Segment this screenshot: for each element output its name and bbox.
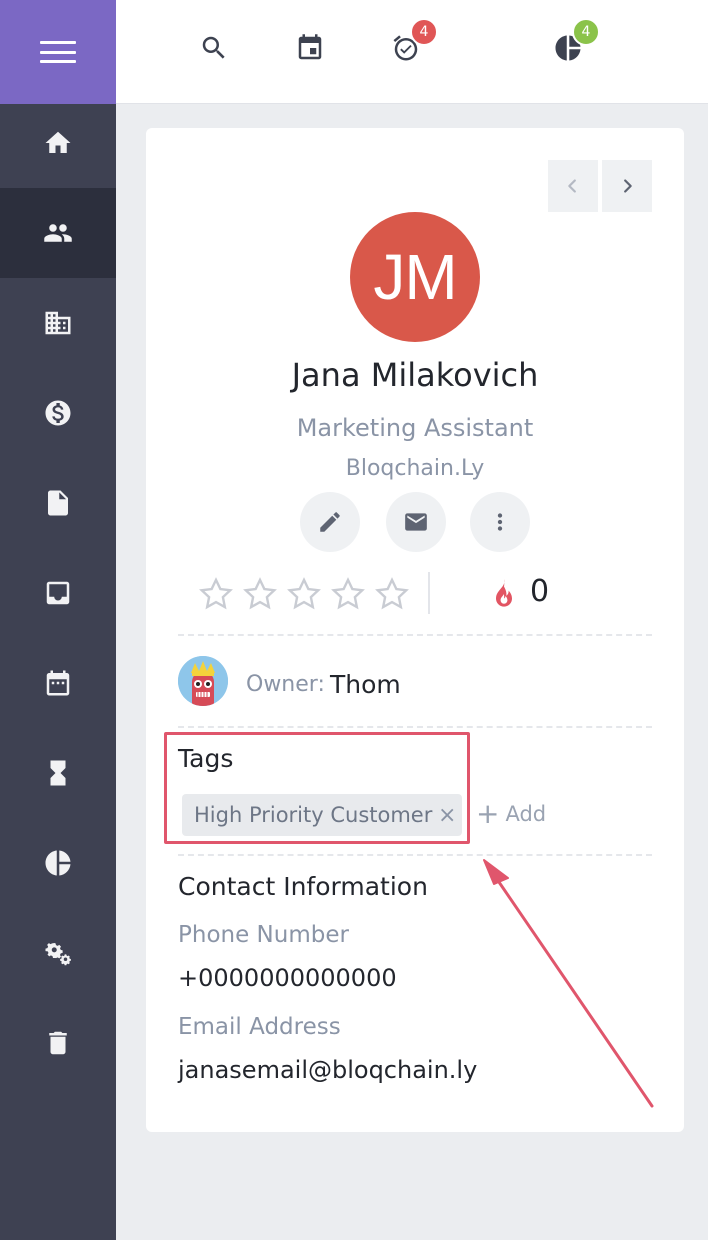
add-tag-button[interactable]: + Add	[476, 797, 547, 830]
people-icon	[44, 224, 72, 242]
calendar-event-icon	[298, 34, 322, 60]
sidebar-item-calendar[interactable]	[0, 638, 116, 728]
phone-value[interactable]: +0000000000000	[178, 964, 397, 992]
annotation-highlight-box	[164, 732, 470, 844]
envelope-icon	[405, 513, 427, 531]
rating-star-2[interactable]	[242, 576, 278, 612]
menu-toggle-button[interactable]	[0, 0, 116, 104]
hamburger-icon	[40, 41, 76, 63]
stats-button[interactable]: 4	[550, 18, 600, 66]
hotness-count: 0	[530, 574, 550, 609]
rating-stars	[198, 576, 410, 612]
previous-contact-button[interactable]	[548, 160, 598, 212]
hotness-button[interactable]	[490, 578, 518, 610]
calendar-icon	[46, 670, 70, 696]
gears-icon	[45, 943, 71, 966]
search-button[interactable]	[196, 30, 232, 66]
sidebar-item-settings[interactable]	[0, 908, 116, 998]
sidebar	[0, 0, 116, 1240]
edit-contact-button[interactable]	[300, 492, 360, 552]
home-icon	[45, 131, 71, 153]
monster-avatar-icon	[178, 656, 228, 706]
rating-star-4[interactable]	[330, 576, 366, 612]
star-outline-icon	[243, 577, 277, 610]
section-divider	[178, 634, 652, 636]
calendar-button[interactable]	[292, 30, 328, 66]
sidebar-item-documents[interactable]	[0, 458, 116, 548]
sidebar-item-reports[interactable]	[0, 818, 116, 908]
more-options-button[interactable]	[470, 492, 530, 552]
rating-divider	[428, 572, 430, 614]
sidebar-item-home[interactable]	[0, 98, 116, 188]
sidebar-item-time[interactable]	[0, 728, 116, 818]
owner-avatar	[178, 656, 228, 706]
next-contact-button[interactable]	[602, 160, 652, 212]
rating-star-5[interactable]	[374, 576, 410, 612]
pencil-icon	[320, 512, 340, 532]
section-divider	[178, 726, 652, 728]
contact-avatar: JM	[350, 212, 480, 342]
document-icon	[48, 490, 68, 516]
contact-company-link[interactable]: Bloqchain.Ly	[146, 456, 684, 481]
phone-label: Phone Number	[178, 922, 349, 948]
sidebar-item-companies[interactable]	[0, 278, 116, 368]
rating-star-3[interactable]	[286, 576, 322, 612]
owner-label: Owner:	[246, 672, 325, 697]
chevron-right-icon	[624, 179, 632, 193]
stats-count-badge: 4	[572, 18, 600, 46]
sidebar-item-contacts[interactable]	[0, 188, 116, 278]
add-tag-label: Add	[505, 802, 547, 826]
search-icon	[202, 36, 225, 59]
inbox-icon	[46, 581, 70, 605]
email-contact-button[interactable]	[386, 492, 446, 552]
sidebar-item-deals[interactable]	[0, 368, 116, 458]
star-outline-icon	[375, 577, 409, 610]
sidebar-item-trash[interactable]	[0, 998, 116, 1088]
chevron-left-icon	[568, 179, 576, 193]
sidebar-item-inbox[interactable]	[0, 548, 116, 638]
owner-name[interactable]: Thom	[330, 670, 401, 699]
plus-icon: +	[476, 797, 500, 830]
top-bar: 4 4	[116, 0, 708, 104]
pie-chart-icon	[45, 850, 71, 876]
contact-info-heading: Contact Information	[178, 872, 428, 901]
fire-icon	[496, 579, 512, 607]
star-outline-icon	[199, 577, 233, 610]
star-outline-icon	[287, 577, 321, 610]
email-label: Email Address	[178, 1014, 341, 1040]
hourglass-icon	[50, 760, 66, 786]
reminders-button[interactable]: 4	[388, 18, 438, 66]
contact-name: Jana Milakovich	[291, 356, 539, 394]
dollar-icon	[45, 400, 71, 426]
reminders-count-badge: 4	[410, 18, 438, 46]
more-vertical-icon	[497, 513, 503, 531]
email-value[interactable]: janasemail@bloqchain.ly	[178, 1056, 477, 1084]
annotation-arrow	[483, 859, 654, 1108]
contact-job-title: Marketing Assistant	[296, 414, 534, 442]
rating-star-1[interactable]	[198, 576, 234, 612]
star-outline-icon	[331, 577, 365, 610]
trash-icon	[49, 1031, 67, 1055]
building-icon	[45, 311, 71, 335]
